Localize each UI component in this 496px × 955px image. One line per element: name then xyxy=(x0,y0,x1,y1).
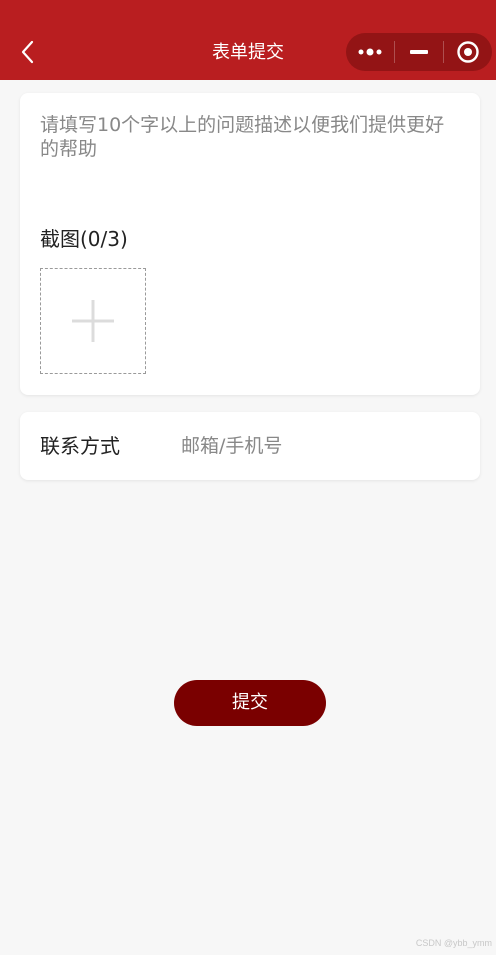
contact-card: 联系方式 xyxy=(20,412,480,480)
close-button[interactable] xyxy=(444,33,492,71)
navigation-bar: 表单提交 xyxy=(0,0,496,80)
more-dots-icon xyxy=(358,48,382,56)
minimize-icon xyxy=(410,50,428,54)
mini-program-capsule xyxy=(346,33,492,71)
contact-input[interactable] xyxy=(181,431,461,461)
add-screenshot-button[interactable] xyxy=(40,268,146,374)
description-card: 截图(0/3) xyxy=(20,93,480,395)
minimize-button[interactable] xyxy=(395,33,443,71)
contact-label: 联系方式 xyxy=(40,434,120,458)
target-circle-icon xyxy=(457,41,479,63)
more-button[interactable] xyxy=(346,33,394,71)
plus-icon xyxy=(72,300,114,342)
submit-button[interactable]: 提交 xyxy=(174,680,326,726)
screenshot-label: 截图(0/3) xyxy=(40,227,128,251)
watermark: CSDN @ybb_ymm xyxy=(415,938,492,948)
description-textarea[interactable] xyxy=(40,113,460,223)
